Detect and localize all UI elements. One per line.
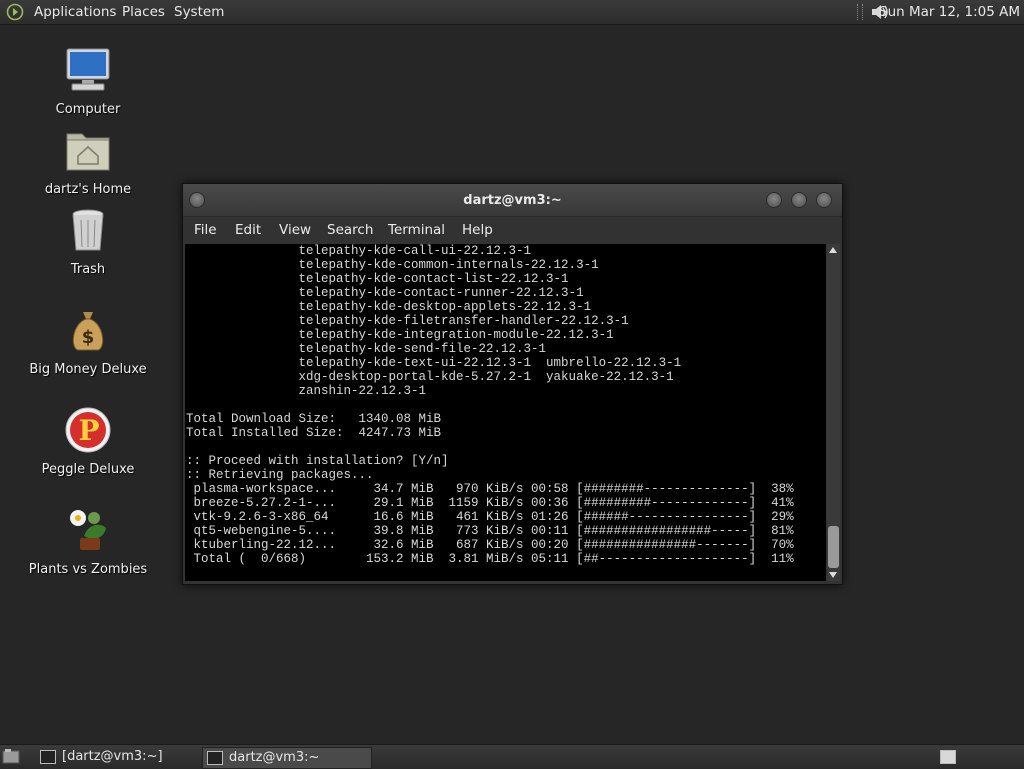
home-folder-icon <box>66 133 110 171</box>
peggle-icon: P <box>65 407 111 453</box>
desktop-icon-peggle[interactable]: P Peggle Deluxe <box>28 406 148 477</box>
top-panel: Applications Places System Sun Mar 12, 1… <box>0 0 1024 25</box>
terminal-icon <box>207 751 223 765</box>
desktop-icon-trash[interactable]: Trash <box>28 206 148 277</box>
distro-logo-icon[interactable] <box>6 3 24 21</box>
terminal-menubar: File Edit View Search Terminal Help <box>183 217 842 243</box>
terminal-text: telepathy-kde-call-ui-22.12.3-1 telepath… <box>185 244 826 566</box>
terminal-line: telepathy-kde-send-file-22.12.3-1 <box>186 342 547 356</box>
menu-search[interactable]: Search <box>327 222 373 238</box>
terminal-line: telepathy-kde-desktop-applets-22.12.3-1 <box>186 300 592 314</box>
terminal-line: breeze-5.27.2-1-... 29.1 MiB 1159 KiB/s … <box>186 496 794 510</box>
desktop-icon-label: Big Money Deluxe <box>29 362 147 377</box>
desktop-icon-home[interactable]: dartz's Home <box>28 126 148 197</box>
taskbar-item-label: dartz@vm3:~ <box>229 750 320 765</box>
panel-handle[interactable] <box>857 4 863 20</box>
desktop-icon-label: Peggle Deluxe <box>41 462 135 477</box>
terminal-line: Total ( 0/668) 153.2 MiB 3.81 MiB/s 05:1… <box>186 552 794 566</box>
svg-text:P: P <box>78 414 99 447</box>
menu-view[interactable]: View <box>279 222 311 238</box>
terminal-line: Total Download Size: 1340.08 MiB <box>186 412 442 426</box>
terminal-line: telepathy-kde-filetransfer-handler-22.12… <box>186 314 629 328</box>
terminal-line: qt5-webengine-5.... 39.8 MiB 773 KiB/s 0… <box>186 524 794 538</box>
desktop-icon-plants-vs-zombies[interactable]: Plants vs Zombies <box>28 506 148 577</box>
terminal-line: Total Installed Size: 4247.73 MiB <box>186 426 442 440</box>
scrollbar-thumb[interactable] <box>828 526 839 568</box>
desktop-icon-computer[interactable]: Computer <box>28 46 148 117</box>
taskbar-item[interactable]: [dartz@vm3:~] <box>36 747 196 767</box>
terminal-output[interactable]: telepathy-kde-call-ui-22.12.3-1 telepath… <box>185 244 826 581</box>
taskbar-item-label: [dartz@vm3:~] <box>62 749 163 764</box>
trash-icon <box>72 209 104 251</box>
terminal-line: telepathy-kde-common-internals-22.12.3-1 <box>186 258 599 272</box>
window-title: dartz@vm3:~ <box>463 193 562 208</box>
maximize-icon[interactable] <box>791 192 807 208</box>
desktop-icon-label: Plants vs Zombies <box>28 562 148 577</box>
terminal-line: telepathy-kde-call-ui-22.12.3-1 <box>186 244 532 258</box>
terminal-line: ktuberling-22.12... 32.6 MiB 687 KiB/s 0… <box>186 538 794 552</box>
terminal-icon <box>40 750 56 764</box>
menu-applications[interactable]: Applications <box>34 3 116 21</box>
menu-places[interactable]: Places <box>122 3 165 21</box>
terminal-line: :: Proceed with installation? [Y/n] <box>186 454 449 468</box>
terminal-line: telepathy-kde-integration-module-22.12.3… <box>186 328 614 342</box>
plants-vs-zombies-icon <box>70 510 106 550</box>
desktop-icon-label: Trash <box>70 262 106 277</box>
taskbar-item-active[interactable]: dartz@vm3:~ <box>202 747 372 769</box>
menu-terminal[interactable]: Terminal <box>388 222 445 238</box>
show-desktop-icon[interactable] <box>2 748 20 765</box>
svg-text:$: $ <box>82 327 95 348</box>
terminal-line: vtk-9.2.6-3-x86_64 16.6 MiB 461 KiB/s 01… <box>186 510 794 524</box>
money-bag-icon: $ <box>72 312 104 351</box>
terminal-line: telepathy-kde-contact-list-22.12.3-1 <box>186 272 569 286</box>
computer-icon <box>66 48 110 91</box>
terminal-line: telepathy-kde-contact-runner-22.12.3-1 <box>186 286 584 300</box>
terminal-line: :: Retrieving packages... <box>186 468 374 482</box>
menu-file[interactable]: File <box>194 222 217 238</box>
scroll-up-icon[interactable] <box>829 247 837 253</box>
terminal-line: telepathy-kde-text-ui-22.12.3-1 umbrello… <box>186 356 682 370</box>
menu-edit[interactable]: Edit <box>235 222 261 238</box>
desktop-icon-label: Computer <box>55 102 121 117</box>
scroll-down-icon[interactable] <box>829 572 837 578</box>
menu-system[interactable]: System <box>174 3 224 21</box>
terminal-scrollbar[interactable] <box>827 244 840 581</box>
desktop-icon-big-money[interactable]: $ Big Money Deluxe <box>28 306 148 377</box>
window-titlebar[interactable]: dartz@vm3:~ <box>183 184 842 217</box>
terminal-line: zanshin-22.12.3-1 <box>186 384 427 398</box>
clock[interactable]: Sun Mar 12, 1:05 AM <box>879 3 1020 21</box>
desktop-icon-label: dartz's Home <box>44 182 132 197</box>
terminal-window: dartz@vm3:~ File Edit View Search Termin… <box>182 183 843 585</box>
terminal-line: xdg-desktop-portal-kde-5.27.2-1 yakuake-… <box>186 370 674 384</box>
close-icon[interactable] <box>816 192 832 208</box>
bottom-panel: [dartz@vm3:~] dartz@vm3:~ <box>0 744 1024 769</box>
menu-help[interactable]: Help <box>462 222 493 238</box>
minimize-icon[interactable] <box>766 192 782 208</box>
workspace-switcher[interactable] <box>940 750 956 764</box>
terminal-line: plasma-workspace... 34.7 MiB 970 KiB/s 0… <box>186 482 794 496</box>
